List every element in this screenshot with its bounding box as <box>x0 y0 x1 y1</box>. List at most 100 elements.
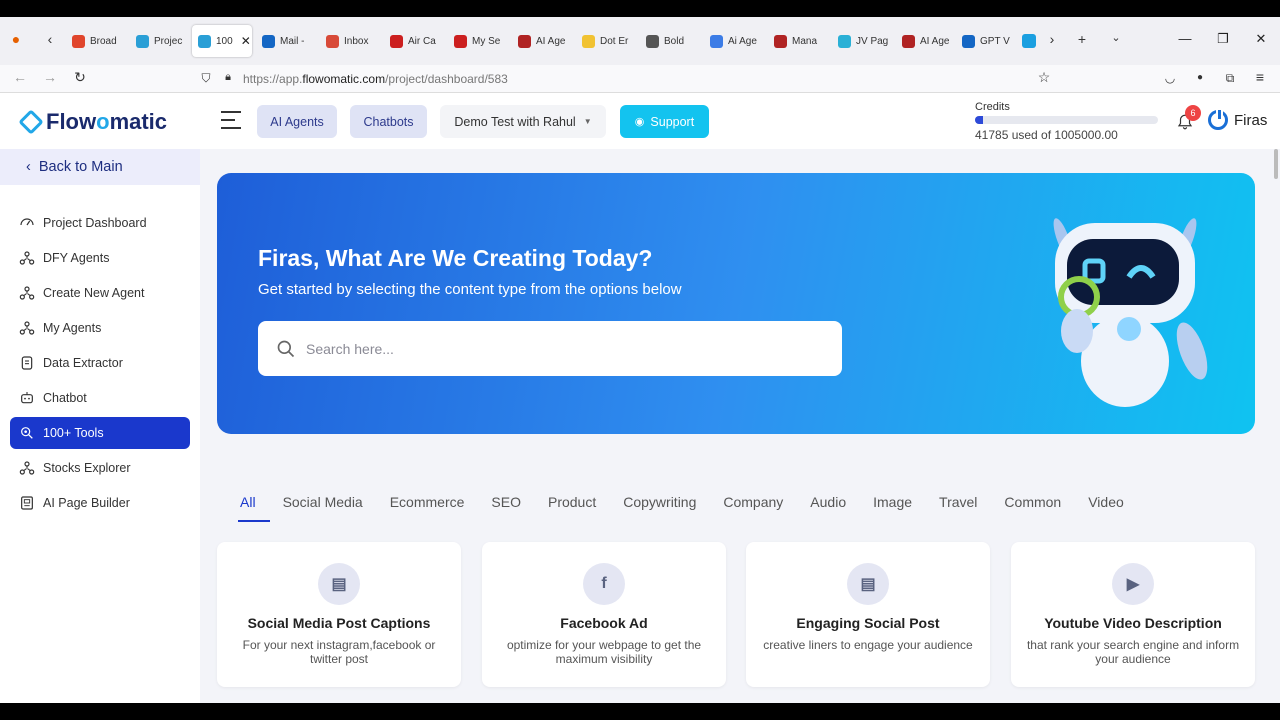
tool-card[interactable]: f Facebook Ad optimize for your webpage to… <box>482 542 726 687</box>
tab-product[interactable]: Product <box>548 494 596 522</box>
facebook-icon: f <box>583 563 625 605</box>
sidebar-item-my-agents[interactable]: My Agents <box>10 312 190 344</box>
bookmark-star-icon[interactable]: ☆ <box>1034 69 1054 86</box>
browser-tab[interactable]: Mail - <box>256 25 316 57</box>
hamburger-menu-icon[interactable] <box>221 111 241 129</box>
tab-common[interactable]: Common <box>1004 494 1061 522</box>
browser-tab[interactable]: Air Ca <box>384 25 444 57</box>
tab-video[interactable]: Video <box>1088 494 1124 522</box>
tab-company[interactable]: Company <box>723 494 783 522</box>
robot-mascot-illustration <box>1053 218 1208 407</box>
forward-icon[interactable]: → <box>40 69 60 85</box>
sidebar-item-100-tools[interactable]: 100+ Tools <box>10 417 190 449</box>
url-path: /project/dashboard/583 <box>385 72 508 86</box>
extensions-icon[interactable]: ⧉ <box>1220 71 1240 86</box>
card-description: For your next instagram,facebook or twit… <box>242 638 436 666</box>
shield-icon[interactable]: ⛉ <box>196 71 216 86</box>
url-bar[interactable]: https://app.flowomatic.com/project/dashb… <box>243 72 508 86</box>
browser-tab[interactable]: Bold <box>640 25 700 57</box>
browser-tab[interactable]: Dot Er <box>576 25 636 57</box>
tab-favicon-icon <box>710 34 723 48</box>
browser-tab[interactable]: Mana <box>768 25 828 57</box>
logo-text-post: matic <box>109 109 168 134</box>
flowomatic-logo[interactable]: Flowomatic <box>18 109 168 135</box>
browser-tab[interactable]: 100 ✕ <box>192 25 252 57</box>
tab-travel[interactable]: Travel <box>939 494 977 522</box>
message-icon: ▤ <box>318 563 360 605</box>
back-icon[interactable]: ← <box>10 69 30 85</box>
tab-label: Mail - <box>280 35 305 47</box>
hero-banner: Firas, What Are We Creating Today? Get s… <box>217 173 1255 434</box>
tab-favicon-icon[interactable] <box>1022 34 1036 48</box>
logo-text-pre: Flow <box>46 109 97 134</box>
search-icon <box>277 340 295 357</box>
page-scrollbar[interactable] <box>1274 149 1278 179</box>
browser-tab[interactable]: Inbox <box>320 25 380 57</box>
sidebar-item-ai-page-builder[interactable]: AI Page Builder <box>10 487 190 519</box>
tool-card[interactable]: ▤ Social Media Post Captions For your next… <box>217 542 461 687</box>
tool-card[interactable]: ▤ Engaging Social Post creative liners to … <box>746 542 990 687</box>
tab-ecommerce[interactable]: Ecommerce <box>390 494 465 522</box>
sidebar-item-project-dashboard[interactable]: Project Dashboard <box>10 207 190 239</box>
new-tab-icon[interactable]: + <box>1072 31 1092 47</box>
sidebar-item-create-new-agent[interactable]: Create New Agent <box>10 277 190 309</box>
tab-label: JV Pag <box>856 35 889 47</box>
youtube-icon: ▶ <box>1112 563 1154 605</box>
browser-tab[interactable]: JV Pag <box>832 25 892 57</box>
maximize-icon[interactable]: ❐ <box>1213 31 1233 47</box>
support-button[interactable]: ◉ Support <box>620 105 709 138</box>
close-tab-icon[interactable]: ✕ <box>241 34 251 48</box>
tab-social-media[interactable]: Social Media <box>283 494 363 522</box>
tab-label: AI Age <box>536 35 566 47</box>
menu-icon[interactable]: ≡ <box>1250 69 1270 85</box>
sidebar-item-stocks-explorer[interactable]: Stocks Explorer <box>10 452 190 484</box>
sidebar-item-chatbot[interactable]: Chatbot <box>10 382 190 414</box>
browser-tab[interactable]: AI Age <box>896 25 956 57</box>
tab-all[interactable]: All <box>238 494 269 522</box>
search-input[interactable] <box>306 340 806 357</box>
lock-icon[interactable]: 🔒︎ <box>218 71 238 84</box>
chatbots-button[interactable]: Chatbots <box>350 105 427 138</box>
account-icon[interactable]: ● <box>1190 72 1210 83</box>
close-window-icon[interactable]: ✕ <box>1251 31 1271 47</box>
browser-tab[interactable]: GPT V <box>956 25 1016 57</box>
tab-label: Projec <box>154 35 183 47</box>
tab-audio[interactable]: Audio <box>810 494 846 522</box>
browser-tab[interactable]: AI Age <box>512 25 572 57</box>
tab-favicon-icon <box>72 34 85 48</box>
tab-favicon-icon <box>646 34 659 48</box>
credits-progress-fill <box>975 116 983 124</box>
sidebar-item-data-extractor[interactable]: Data Extractor <box>10 347 190 379</box>
url-prefix: https://app. <box>243 72 303 86</box>
user-menu[interactable]: Firas <box>1208 108 1267 130</box>
reload-icon[interactable]: ↻ <box>70 69 90 86</box>
sidebar-item-label: AI Page Builder <box>43 496 130 510</box>
tab-scroll-right-icon[interactable]: › <box>1042 31 1062 47</box>
sidebar: ‹ Back to Main Project Dashboard DFY Agen… <box>0 149 200 703</box>
tab-label: Broad <box>90 35 117 47</box>
tool-card[interactable]: ▶ Youtube Video Description that rank your… <box>1011 542 1255 687</box>
browser-tab[interactable]: Broad <box>66 25 126 57</box>
search-box[interactable] <box>258 321 842 376</box>
project-select[interactable]: Demo Test with Rahul ▼ <box>440 105 606 138</box>
browser-tab[interactable]: My Se <box>448 25 508 57</box>
sidebar-item-label: Stocks Explorer <box>43 461 131 475</box>
tab-favicon-icon <box>582 34 595 48</box>
tab-image[interactable]: Image <box>873 494 912 522</box>
tab-favicon-icon <box>326 34 339 48</box>
tab-seo[interactable]: SEO <box>491 494 521 522</box>
tab-scroll-left-icon[interactable]: ‹ <box>40 31 60 47</box>
ai-agents-button[interactable]: AI Agents <box>257 105 337 138</box>
tab-copywriting[interactable]: Copywriting <box>623 494 696 522</box>
pocket-icon[interactable]: ◡ <box>1160 71 1180 85</box>
document-icon <box>21 356 33 370</box>
sidebar-item-label: DFY Agents <box>43 251 110 265</box>
list-tabs-icon[interactable]: ⌄ <box>1106 31 1126 44</box>
browser-tab[interactable]: Ai Age <box>704 25 764 57</box>
back-to-main-button[interactable]: ‹ Back to Main <box>0 149 200 185</box>
browser-tab[interactable]: Projec <box>130 25 190 57</box>
minimize-icon[interactable]: — <box>1175 31 1195 46</box>
headset-icon: ◉ <box>634 116 645 128</box>
tab-label: 100 <box>216 35 233 47</box>
sidebar-item-dfy-agents[interactable]: DFY Agents <box>10 242 190 274</box>
